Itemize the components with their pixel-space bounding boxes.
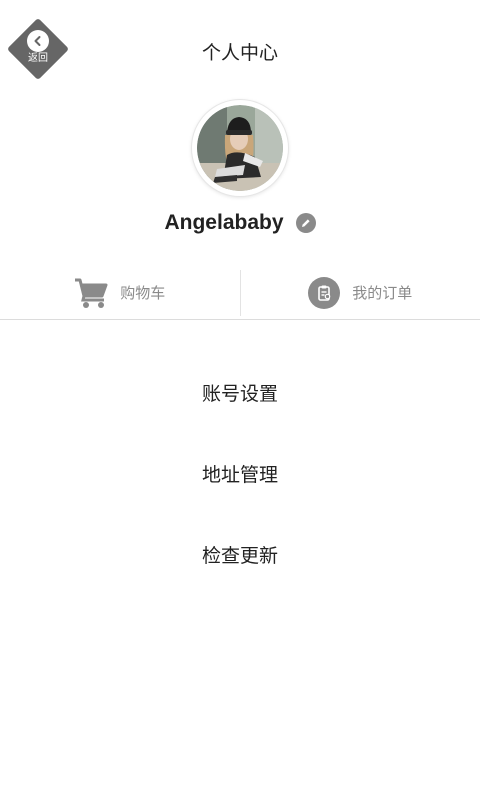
header: 返回 个人中心 [0, 0, 480, 100]
my-orders-button[interactable]: 我的订单 [241, 266, 480, 319]
cart-icon [75, 278, 108, 308]
user-row: Angelababy [0, 208, 480, 238]
page-title: 个人中心 [201, 42, 278, 64]
username: Angelababy [164, 211, 284, 234]
cart-label: 购物车 [120, 284, 166, 302]
avatar-photo [197, 105, 283, 191]
order-clipboard-icon [308, 276, 341, 309]
my-orders-label: 我的订单 [352, 284, 413, 302]
menu-item-check-update[interactable]: 检查更新 [0, 514, 480, 595]
pencil-icon [301, 219, 310, 227]
quick-actions: 购物车 我的订单 [0, 266, 480, 320]
profile-screen: 返回 个人中心 Angelababy 购物车 我的订单 账号设置 地址管理 检查… [0, 0, 480, 800]
menu-item-account-settings[interactable]: 账号设置 [0, 352, 480, 433]
cart-button[interactable]: 购物车 [0, 266, 240, 319]
settings-menu: 账号设置 地址管理 检查更新 [0, 352, 480, 595]
edit-profile-button[interactable] [295, 213, 316, 233]
menu-item-address-management[interactable]: 地址管理 [0, 433, 480, 514]
avatar[interactable] [192, 100, 288, 196]
